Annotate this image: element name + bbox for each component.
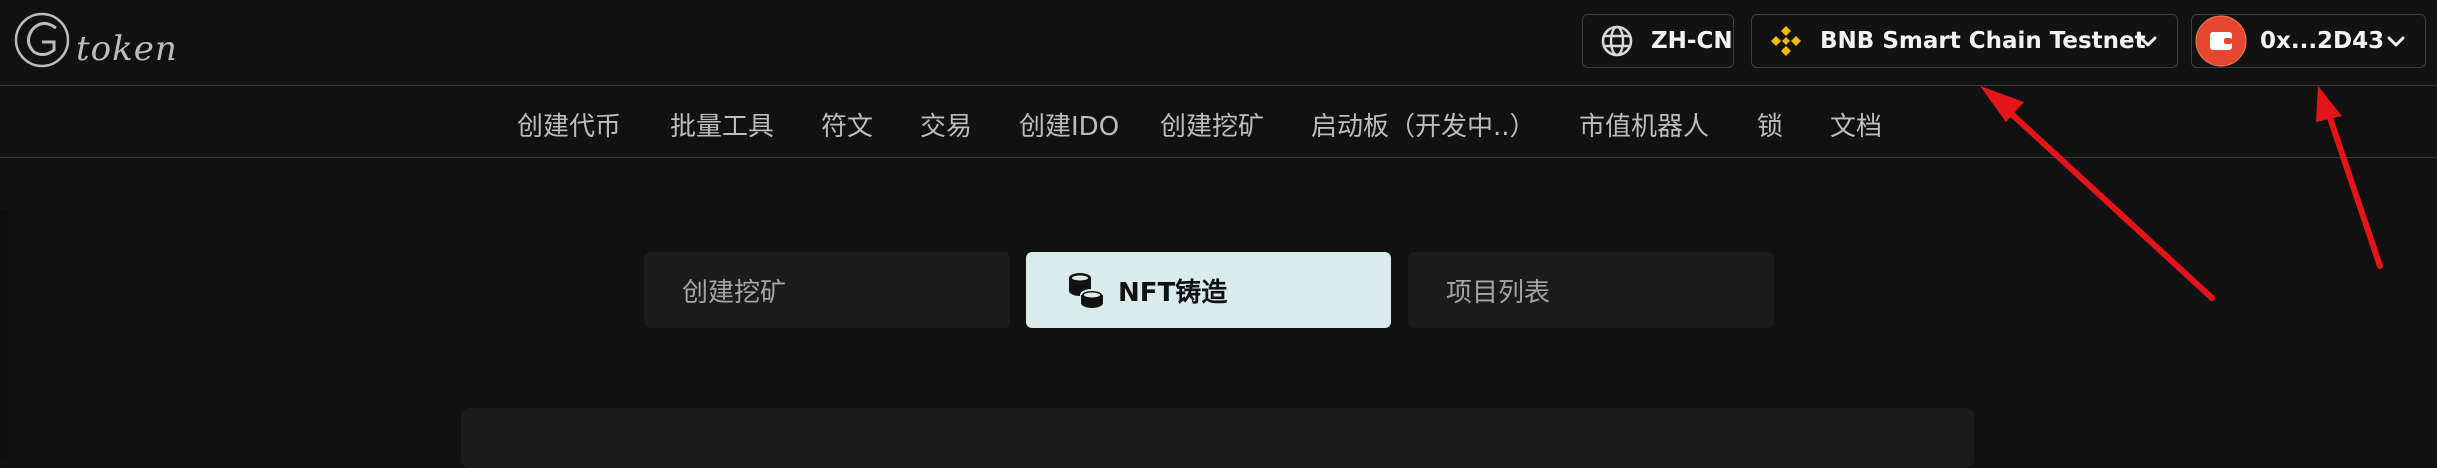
language-selector[interactable]: ZH-CN (1582, 14, 1734, 68)
logo-text: token (76, 29, 178, 69)
tab-nft-mint[interactable]: NFT铸造 (1026, 252, 1391, 328)
main-nav: 创建代币 批量工具 符文 交易 创建IDO 创建挖矿 启动板（开发中..） 市值… (0, 86, 2437, 158)
network-selector[interactable]: BNB Smart Chain Testnet (1751, 14, 2178, 68)
tab-label: 创建挖矿 (682, 277, 787, 308)
tab-create-mining[interactable]: 创建挖矿 (644, 252, 1010, 328)
nav-item-create-mining[interactable]: 创建挖矿 (1160, 106, 1264, 143)
chevron-down-icon (2139, 36, 2157, 47)
nav-item-trade[interactable]: 交易 (920, 106, 972, 143)
left-edge-shadow (0, 210, 8, 459)
globe-icon (1597, 21, 1637, 61)
nav-item-market-cap-bot[interactable]: 市值机器人 (1579, 106, 1709, 143)
content-panel (461, 408, 1974, 468)
nav-item-launchpad[interactable]: 启动板（开发中..） (1311, 106, 1536, 143)
tab-project-list[interactable]: 项目列表 (1408, 252, 1774, 328)
language-label: ZH-CN (1651, 28, 1733, 54)
nav-item-create-ido[interactable]: 创建IDO (1019, 106, 1119, 143)
nav-item-batch-tools[interactable]: 批量工具 (670, 106, 774, 143)
network-label: BNB Smart Chain Testnet (1820, 28, 2146, 54)
nav-item-lock[interactable]: 锁 (1757, 106, 1783, 143)
tab-label: NFT铸造 (1118, 277, 1228, 308)
logo-mark-icon (14, 12, 70, 68)
chevron-down-icon (2387, 36, 2405, 47)
nav-item-docs[interactable]: 文档 (1830, 106, 1882, 143)
wallet-address: 0x...2D43 (2260, 28, 2385, 54)
top-header: token ZH-CN BNB Smart Chain Testnet 0x..… (0, 0, 2437, 86)
tab-label: 项目列表 (1446, 277, 1551, 308)
wallet-icon (2194, 14, 2248, 68)
nav-item-create-token[interactable]: 创建代币 (517, 106, 621, 143)
nav-item-runes[interactable]: 符文 (821, 106, 873, 143)
bnb-icon (1766, 21, 1806, 61)
wallet-button[interactable]: 0x...2D43 (2191, 14, 2426, 68)
logo[interactable]: token (12, 8, 192, 72)
coins-icon (1069, 273, 1104, 308)
